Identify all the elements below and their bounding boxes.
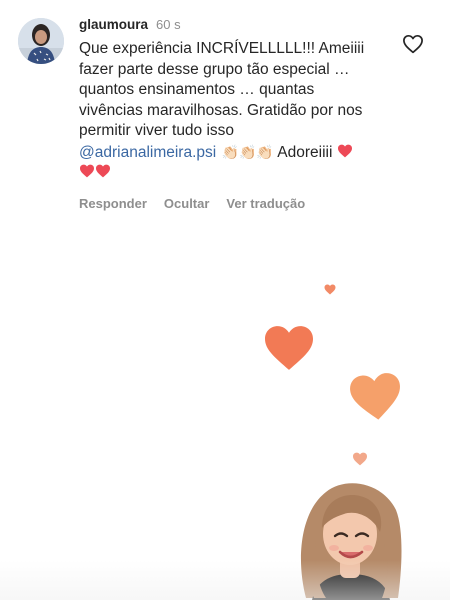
- red-heart-emoji-icon: [80, 164, 94, 178]
- heart-icon: [265, 326, 313, 370]
- comment-line-2: fazer parte desse grupo tão especial …: [79, 60, 350, 78]
- bitmoji-avatar-sticker: [300, 483, 402, 600]
- comment-line-4: vivências maravilhosas. Gratidão por nos: [79, 101, 363, 119]
- comment-actions: Responder Ocultar Ver tradução: [79, 195, 389, 213]
- heart-icon: [350, 373, 400, 420]
- red-heart-emoji-icon: [337, 144, 352, 157]
- comment-screen: glaumoura 60 s Que experiência INCRÍVELLL…: [0, 0, 450, 600]
- comment-time: 60 s: [156, 17, 181, 32]
- comment-line-3: quantos ensinamentos … quantas: [79, 81, 315, 98]
- comment-line-5: permitir viver tudo isso: [79, 122, 235, 139]
- avatar[interactable]: [18, 18, 64, 64]
- comment-trailing-text: Adoreiiii: [277, 143, 333, 161]
- mention-link[interactable]: @adrianalimeira.psi: [79, 144, 216, 161]
- comment-content: glaumoura 60 s Que experiência INCRÍVELLL…: [79, 14, 389, 213]
- red-heart-emoji-icon: [96, 164, 110, 178]
- clapping-hands-icon: 👏🏻👏🏻👏🏻: [221, 143, 274, 160]
- username[interactable]: glaumoura: [79, 17, 148, 32]
- heart-icon: [353, 452, 367, 466]
- heart-outline-icon[interactable]: [402, 34, 424, 54]
- comment-text: Que experiência INCRÍVELLLLL!!! Ameiiii …: [79, 39, 389, 184]
- hide-button[interactable]: Ocultar: [164, 196, 210, 211]
- heart-icon: [324, 284, 336, 295]
- translate-button[interactable]: Ver tradução: [226, 196, 305, 211]
- comment-meta: glaumoura 60 s: [79, 14, 389, 34]
- reply-button[interactable]: Responder: [79, 196, 147, 211]
- comment-line-1: Que experiência INCRÍVELLLLL!!! Ameiiii: [79, 40, 365, 57]
